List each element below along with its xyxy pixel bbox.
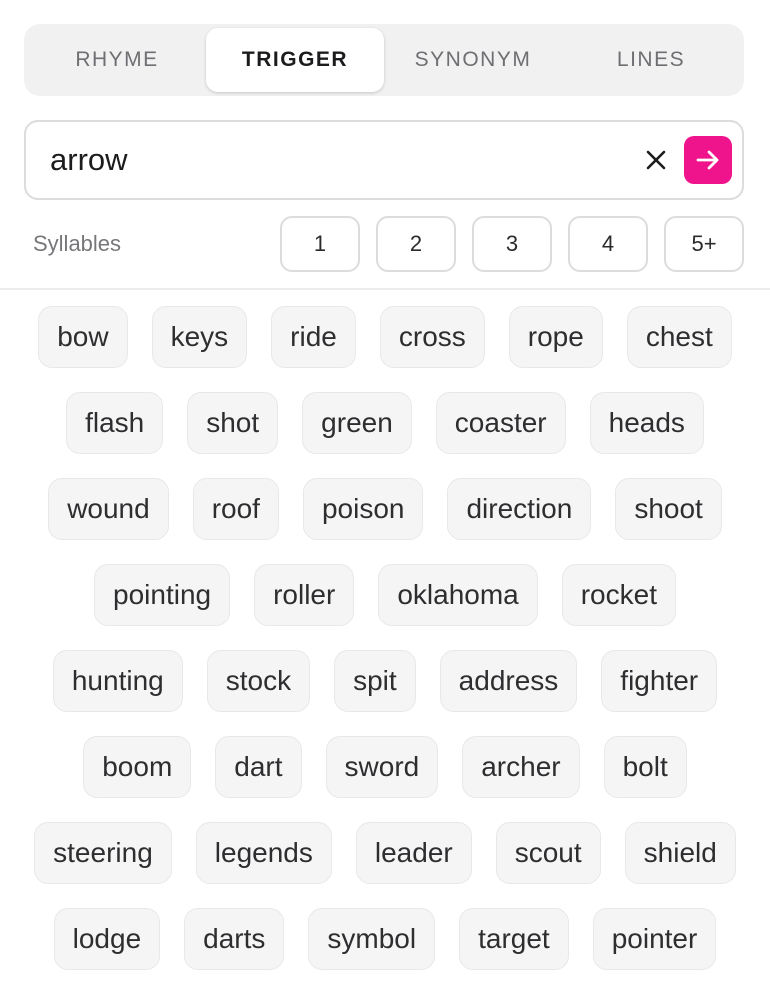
word-chip[interactable]: rocket xyxy=(561,564,676,626)
syllables-label: Syllables xyxy=(33,231,122,256)
word-chip[interactable]: lodge xyxy=(53,908,161,970)
word-chip[interactable]: fighter xyxy=(601,650,718,712)
divider xyxy=(0,288,770,290)
word-chip[interactable]: poison xyxy=(302,478,424,540)
word-row: bow keys ride cross rope chest xyxy=(0,306,770,368)
word-chip[interactable]: flash xyxy=(66,392,164,454)
syllable-1-button[interactable]: 1 xyxy=(280,216,360,272)
word-row: hunting stock spit address fighter xyxy=(0,650,770,712)
word-row: lodge darts symbol target pointer xyxy=(0,908,770,970)
submit-button[interactable] xyxy=(684,136,732,184)
word-chip[interactable]: stock xyxy=(206,650,311,712)
syllables-filter: Syllables 1 2 3 4 5+ xyxy=(0,216,770,272)
clear-button[interactable] xyxy=(636,140,676,180)
word-chip[interactable]: pointer xyxy=(592,908,717,970)
word-chip[interactable]: archer xyxy=(462,736,580,798)
word-chip[interactable]: bow xyxy=(38,306,128,368)
syllable-5plus-button[interactable]: 5+ xyxy=(664,216,744,272)
word-chip[interactable]: dart xyxy=(215,736,302,798)
word-chip[interactable]: cross xyxy=(379,306,485,368)
word-chip[interactable]: ride xyxy=(271,306,356,368)
word-chip[interactable]: wound xyxy=(48,478,169,540)
word-row: pointing roller oklahoma rocket xyxy=(0,564,770,626)
word-chip[interactable]: heads xyxy=(589,392,704,454)
word-row: steering legends leader scout shield xyxy=(0,822,770,884)
word-chip[interactable]: darts xyxy=(184,908,285,970)
tab-rhyme[interactable]: RHYME xyxy=(28,28,206,92)
word-chip[interactable]: shield xyxy=(624,822,736,884)
syllable-4-button[interactable]: 4 xyxy=(568,216,648,272)
word-chip[interactable]: address xyxy=(439,650,578,712)
word-chip[interactable]: hunting xyxy=(52,650,183,712)
word-chip[interactable]: direction xyxy=(447,478,592,540)
word-chip[interactable]: oklahoma xyxy=(378,564,538,626)
tab-lines[interactable]: LINES xyxy=(562,28,740,92)
word-chip[interactable]: leader xyxy=(355,822,472,884)
word-chip[interactable]: keys xyxy=(151,306,248,368)
tab-trigger[interactable]: TRIGGER xyxy=(206,28,384,92)
word-row: flash shot green coaster heads xyxy=(0,392,770,454)
word-chip[interactable]: green xyxy=(302,392,412,454)
tab-synonym[interactable]: SYNONYM xyxy=(384,28,562,92)
syllable-2-button[interactable]: 2 xyxy=(376,216,456,272)
word-chip[interactable]: rope xyxy=(508,306,603,368)
arrow-right-icon xyxy=(696,150,719,170)
word-chip[interactable]: boom xyxy=(83,736,192,798)
word-chip[interactable]: spit xyxy=(334,650,416,712)
word-chip[interactable]: legends xyxy=(195,822,332,884)
word-chip[interactable]: shot xyxy=(187,392,279,454)
word-chip[interactable]: roller xyxy=(254,564,355,626)
word-chip[interactable]: chest xyxy=(626,306,732,368)
word-chip[interactable]: bolt xyxy=(603,736,687,798)
word-chip[interactable]: steering xyxy=(34,822,172,884)
word-chip[interactable]: sword xyxy=(325,736,439,798)
search-box xyxy=(24,120,744,200)
close-icon xyxy=(646,150,666,170)
search-input[interactable] xyxy=(50,142,636,178)
word-chip[interactable]: pointing xyxy=(94,564,231,626)
word-chip[interactable]: coaster xyxy=(435,392,566,454)
word-chip[interactable]: scout xyxy=(495,822,601,884)
word-results: bow keys ride cross rope chest flash shot green c… xyxy=(0,306,770,970)
word-row: boom dart sword archer bolt xyxy=(0,736,770,798)
syllable-3-button[interactable]: 3 xyxy=(472,216,552,272)
word-chip[interactable]: roof xyxy=(192,478,279,540)
mode-tabs: RHYME TRIGGER SYNONYM LINES xyxy=(24,24,744,96)
word-chip[interactable]: target xyxy=(459,908,569,970)
word-chip[interactable]: shoot xyxy=(615,478,722,540)
word-row: wound roof poison direction shoot xyxy=(0,478,770,540)
word-chip[interactable]: symbol xyxy=(308,908,436,970)
